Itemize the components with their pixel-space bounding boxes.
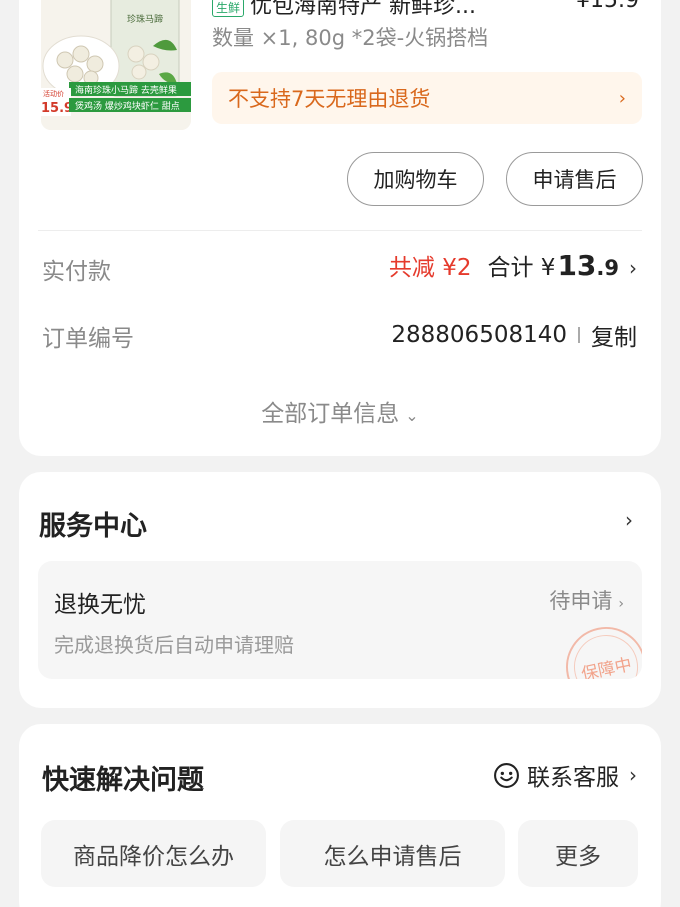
payment-label: 实付款 [42, 259, 111, 285]
order-number-value: 288806508140 [391, 322, 567, 348]
status-text: 待申请 › [549, 585, 624, 615]
total-integer: 13 [557, 249, 597, 282]
no-return-notice[interactable]: 不支持7天无理由退货 › [212, 72, 642, 124]
payment-summary[interactable]: 共减 ¥2 合计 ¥ 13 .9 › [389, 248, 637, 282]
chevron-right-icon: › [629, 763, 637, 787]
chevron-right-icon: › [618, 87, 626, 109]
contact-service-label: 联系客服 [527, 765, 619, 791]
product-illustration: 珍珠马蹄 海南珍珠小马蹄 去壳鲜果 活动价 15.9 煲鸡汤 爆炒鸡块虾仁 甜点 [41, 0, 191, 130]
chevron-right-icon[interactable]: › [625, 508, 633, 532]
quick-solve-card: 快速解决问题 联系客服 › 商品降价怎么办 怎么申请售后 更多 [19, 724, 661, 907]
banner-text: 海南珍珠小马蹄 去壳鲜果 [75, 84, 177, 96]
return-worry-free-card[interactable]: 退换无忧 待申请 › 完成退换货后自动申请理赔 保障中 [38, 561, 642, 679]
chip-after-sales[interactable]: 怎么申请售后 [280, 820, 505, 887]
price-tag-top: 活动价 [43, 89, 64, 98]
no-return-text: 不支持7天无理由退货 [228, 87, 431, 111]
service-center-title: 服务中心 [39, 511, 147, 542]
chevron-down-icon: ⌄ [405, 406, 419, 425]
smile-icon [494, 762, 519, 788]
fresh-tag: 生鲜 [212, 0, 245, 17]
footer-text: 煲鸡汤 爆炒鸡块虾仁 甜点 [75, 100, 180, 112]
return-worry-free-title: 退换无忧 [54, 592, 146, 618]
return-worry-free-desc: 完成退换货后自动申请理赔 [54, 633, 294, 657]
order-number-label: 订单编号 [42, 326, 134, 352]
product-spec: 数量 ×1, 80g *2袋-火锅搭档 [212, 26, 489, 50]
order-card: 珍珠马蹄 海南珍珠小马蹄 去壳鲜果 活动价 15.9 煲鸡汤 爆炒鸡块虾仁 甜点… [19, 0, 661, 456]
chip-price-drop[interactable]: 商品降价怎么办 [41, 820, 266, 887]
total-label: 合计 ¥ [487, 255, 556, 281]
chip-more[interactable]: 更多 [518, 820, 638, 887]
product-price: ¥15.9 [576, 0, 639, 13]
price-tag: 15.9 [41, 101, 73, 116]
copy-button[interactable]: 复制 [591, 318, 637, 352]
discount-amount: 共减 ¥2 [388, 255, 472, 281]
add-to-cart-button[interactable]: 加购物车 [347, 152, 484, 206]
divider [38, 230, 642, 231]
all-order-info-label: 全部订单信息 [261, 401, 400, 427]
contact-service-link[interactable]: 联系客服 › [493, 758, 637, 792]
quick-solve-title: 快速解决问题 [42, 765, 204, 796]
service-center-card: 服务中心 › 退换无忧 待申请 › 完成退换货后自动申请理赔 保障中 [19, 472, 661, 708]
chevron-right-icon: › [629, 256, 637, 280]
all-order-info-toggle[interactable]: 全部订单信息 ⌄ [19, 394, 661, 428]
product-title-text: 优包海南特产 新鲜珍... [250, 0, 476, 19]
status-label: 待申请 [549, 589, 613, 613]
after-sales-button[interactable]: 申请售后 [506, 152, 643, 206]
package-label: 珍珠马蹄 [127, 13, 163, 25]
total-decimal: .9 [596, 256, 619, 280]
separator [578, 327, 580, 343]
product-title[interactable]: 生鲜 优包海南特产 新鲜珍... [212, 0, 542, 20]
stamp-text: 保障中 [568, 629, 642, 679]
product-image[interactable]: 珍珠马蹄 海南珍珠小马蹄 去壳鲜果 活动价 15.9 煲鸡汤 爆炒鸡块虾仁 甜点 [41, 0, 191, 130]
chevron-right-icon: › [618, 596, 624, 612]
order-number-row: 288806508140 复制 [391, 318, 637, 352]
protection-stamp: 保障中 [558, 619, 642, 679]
